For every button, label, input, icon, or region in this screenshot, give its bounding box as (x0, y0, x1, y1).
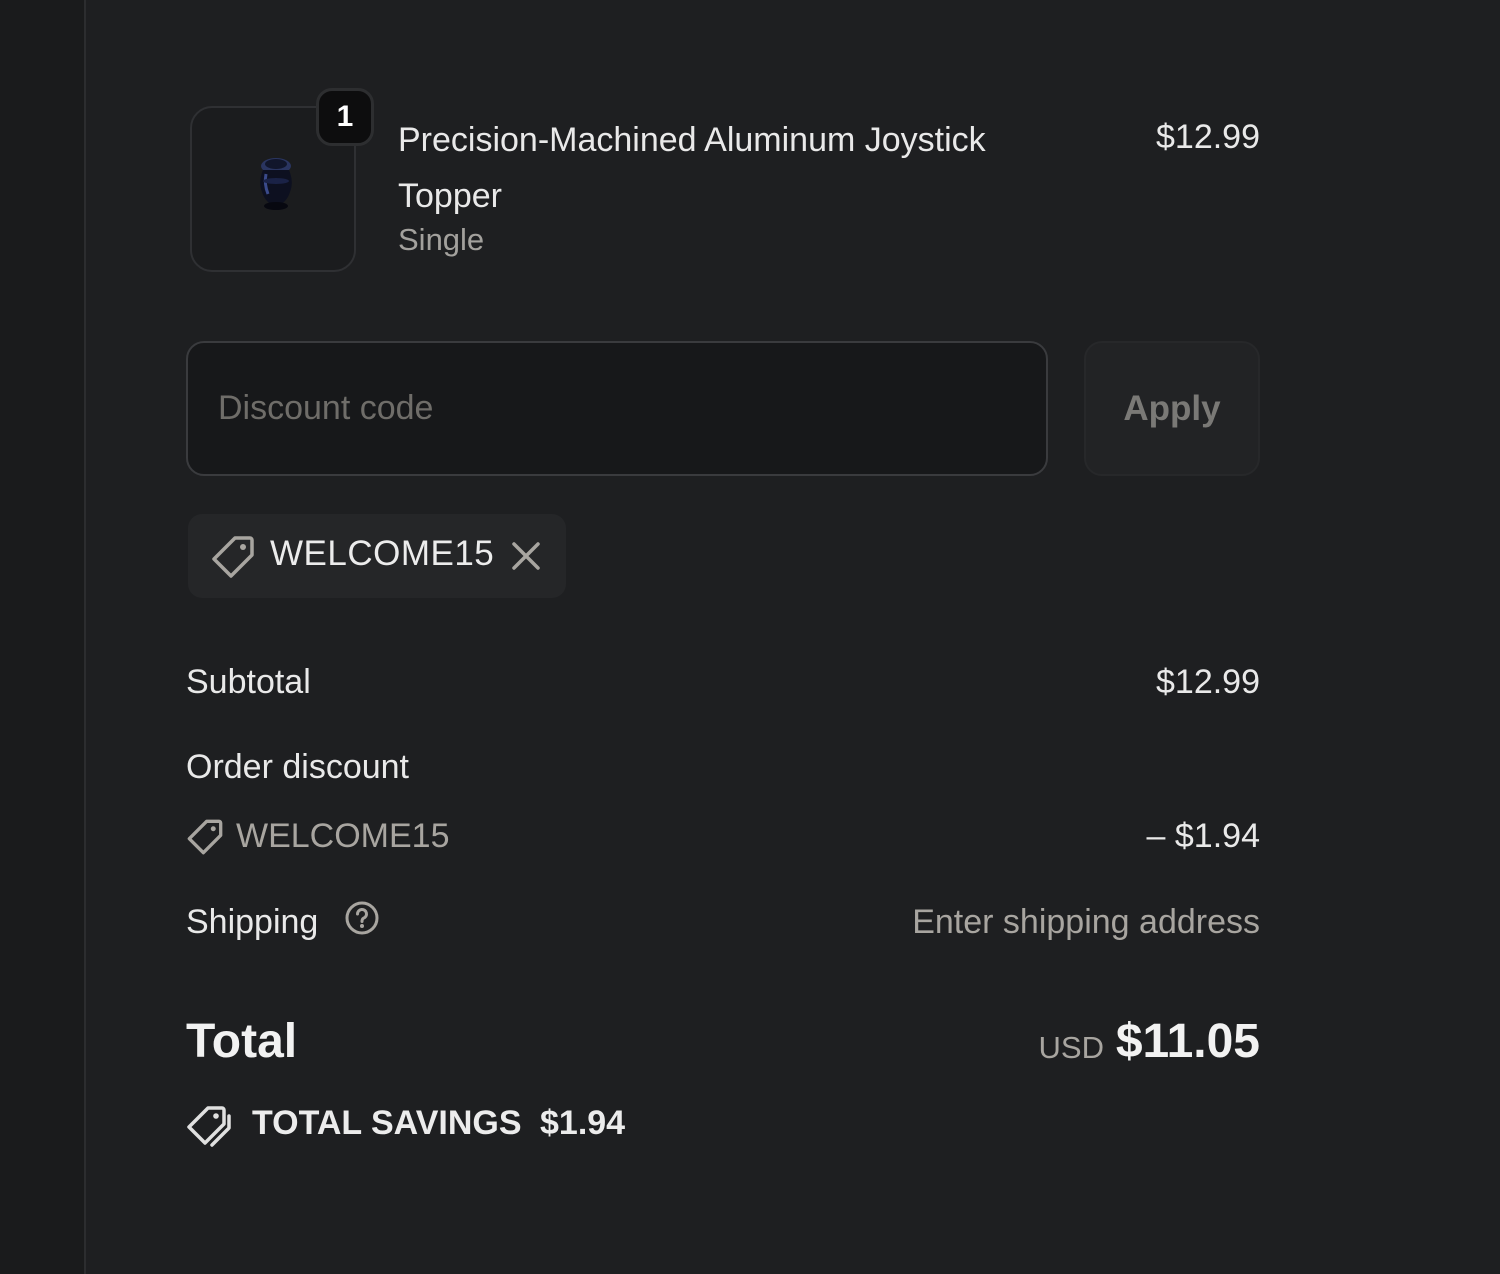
help-circle-icon[interactable] (344, 900, 380, 936)
savings-tags-icon (187, 1106, 231, 1147)
shipping-label: Shipping (186, 903, 319, 941)
product-name: Precision-Machined Aluminum Joystick Top… (398, 121, 986, 215)
joystick-topper-image (260, 158, 292, 210)
tag-icon (212, 536, 254, 578)
product-price: $12.99 (1156, 118, 1260, 156)
product-variant: Single (398, 222, 485, 257)
order-discount-label: Order discount (186, 748, 409, 786)
order-discount-code-label: WELCOME15 (236, 817, 450, 855)
order-summary: 1 Precision-Machined Aluminum Joystick T… (186, 0, 1260, 1274)
subtotal-label: Subtotal (186, 663, 311, 701)
total-savings-label: TOTAL SAVINGS (252, 1104, 522, 1142)
tag-icon (187, 819, 223, 855)
discount-code-input[interactable] (186, 341, 1048, 476)
subtotal-value: $12.99 (1156, 663, 1260, 701)
total-value: $11.05 (1115, 1015, 1260, 1068)
total-label: Total (186, 1015, 298, 1068)
main-panel-edge (0, 0, 86, 1274)
total-savings-value: $1.94 (540, 1104, 626, 1142)
order-discount-value: – $1.94 (1146, 817, 1260, 855)
applied-code-label: WELCOME15 (270, 534, 495, 573)
shipping-value: Enter shipping address (912, 903, 1260, 941)
currency-code: USD (1038, 1030, 1104, 1065)
applied-discount-chip: WELCOME15 (188, 514, 566, 598)
quantity-badge: 1 (316, 88, 374, 146)
apply-button[interactable]: Apply (1084, 341, 1260, 476)
remove-code-close-icon[interactable] (506, 536, 546, 576)
